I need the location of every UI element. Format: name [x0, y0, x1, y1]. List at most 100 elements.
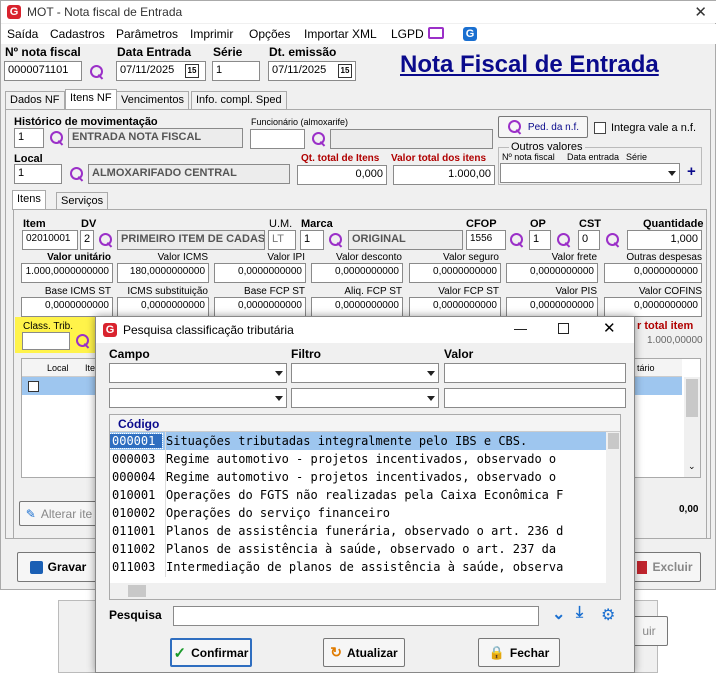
menu-saida[interactable]: Saída: [7, 27, 38, 41]
valor-cofins-input[interactable]: 0,0000000000: [604, 297, 702, 317]
valor-icms-input[interactable]: 180,0000000000: [117, 263, 209, 283]
expand-down-icon[interactable]: ⌄: [552, 604, 565, 624]
hist-code-input[interactable]: 1: [14, 128, 44, 148]
grid-scrollbar-thumb[interactable]: [686, 379, 698, 417]
horizontal-scrollbar[interactable]: [110, 583, 620, 599]
filtro-combo-1[interactable]: [291, 363, 439, 383]
menu-imprimir[interactable]: Imprimir: [190, 27, 233, 41]
item-input[interactable]: 02010001: [22, 230, 78, 250]
close-icon[interactable]: ✕: [603, 319, 616, 337]
table-row[interactable]: 000001 Situações tributadas integralmente…: [110, 432, 606, 450]
cst-input[interactable]: 0: [578, 230, 600, 250]
monitor-icon[interactable]: [428, 27, 444, 39]
atualizar-button[interactable]: ↻ Atualizar: [323, 638, 405, 667]
menu-importar-xml[interactable]: Importar XML: [304, 27, 377, 41]
outros-combo[interactable]: [500, 163, 680, 183]
vertical-scroll-thumb[interactable]: [608, 433, 619, 449]
valor-input-2[interactable]: [444, 388, 626, 408]
menu-opcoes[interactable]: Opções: [249, 27, 290, 41]
table-row[interactable]: 011001 Planos de assistência funerária, o…: [110, 522, 606, 540]
search-func-icon[interactable]: [311, 131, 327, 147]
cfop-input[interactable]: 1556: [466, 230, 506, 250]
campo-combo-2[interactable]: [109, 388, 287, 408]
fechar-button[interactable]: 🔒 Fechar: [478, 638, 560, 667]
menu-cadastros[interactable]: Cadastros: [50, 27, 105, 41]
row-checkbox[interactable]: [28, 381, 39, 392]
menu-lgpd[interactable]: LGPD: [391, 27, 424, 41]
pesquisa-input[interactable]: [173, 606, 539, 626]
hist-desc: ENTRADA NOTA FISCAL: [68, 128, 243, 148]
tab-vencimentos[interactable]: Vencimentos: [116, 91, 189, 109]
maximize-icon[interactable]: [558, 323, 569, 334]
valor-ipi-input[interactable]: 0,0000000000: [214, 263, 306, 283]
confirmar-button[interactable]: ✓ Confirmar: [170, 638, 252, 667]
total-item-label: r total item: [637, 320, 694, 332]
close-icon[interactable]: ✕: [694, 3, 707, 21]
valor-pis-input[interactable]: 0,0000000000: [506, 297, 598, 317]
search-icon: [507, 119, 523, 135]
valor-frete-input[interactable]: 0,0000000000: [506, 263, 598, 283]
outras-despesas-input[interactable]: 0,0000000000: [604, 263, 702, 283]
marca-code-input[interactable]: 1: [300, 230, 324, 250]
tab-itens-nf[interactable]: Itens NF: [65, 89, 117, 109]
table-row[interactable]: 010002 Operações do serviço financeiro: [110, 504, 606, 522]
icms-subst-input[interactable]: 0,0000000000: [117, 297, 209, 317]
excluir-button[interactable]: Excluir: [629, 552, 701, 582]
qtd-input[interactable]: 1,000: [627, 230, 702, 250]
search-hist-icon[interactable]: [49, 130, 65, 146]
local-desc: ALMOXARIFADO CENTRAL: [88, 164, 290, 184]
search-local-icon[interactable]: [69, 166, 85, 182]
base-icms-st-input[interactable]: 0,0000000000: [21, 297, 113, 317]
ped-nf-button[interactable]: Ped. da n.f.: [498, 116, 588, 138]
table-row[interactable]: 000003 Regime automotivo - projetos incen…: [110, 450, 606, 468]
horizontal-scroll-thumb[interactable]: [128, 585, 146, 597]
minimize-icon[interactable]: —: [514, 321, 527, 336]
valor-label: Valor: [444, 347, 474, 361]
aliq-fcp-st-input[interactable]: 0,0000000000: [311, 297, 403, 317]
base-fcp-st-input[interactable]: 0,0000000000: [214, 297, 306, 317]
search-op-icon[interactable]: [556, 232, 572, 248]
dv-label: DV: [81, 218, 97, 230]
integra-checkbox[interactable]: [594, 122, 606, 134]
filtro-combo-2[interactable]: [291, 388, 439, 408]
table-row[interactable]: 011002 Planos de assistência à saúde, obs…: [110, 540, 606, 558]
func-input[interactable]: [250, 129, 305, 149]
search-cst-icon[interactable]: [605, 232, 621, 248]
vertical-scrollbar[interactable]: [606, 432, 620, 584]
table-row[interactable]: 011003 Intermediação de planos de assistê…: [110, 558, 606, 576]
menu-parametros[interactable]: Parâmetros: [116, 27, 178, 41]
tab-info-sped[interactable]: Info. compl. Sped: [191, 91, 287, 109]
tab-dados-nf[interactable]: Dados NF: [5, 91, 65, 109]
search-cfop-icon[interactable]: [509, 232, 525, 248]
download-icon[interactable]: ⤓: [576, 604, 583, 622]
g-logo-icon[interactable]: G: [463, 27, 477, 41]
subtab-servicos[interactable]: Serviços: [56, 192, 109, 210]
search-marca-icon[interactable]: [328, 232, 344, 248]
subtab-itens[interactable]: Itens: [12, 190, 46, 210]
valor-fcp-st-input[interactable]: 0,0000000000: [409, 297, 501, 317]
valor-seguro-input[interactable]: 0,0000000000: [409, 263, 501, 283]
gravar-button[interactable]: Gravar: [17, 552, 99, 582]
local-code-input[interactable]: 1: [14, 164, 62, 184]
add-icon[interactable]: +: [687, 163, 696, 180]
dv-input[interactable]: 2: [80, 230, 94, 250]
serie-input[interactable]: 1: [212, 61, 260, 81]
table-row[interactable]: 000004 Regime automotivo - projetos incen…: [110, 468, 606, 486]
class-trib-input[interactable]: [22, 332, 70, 350]
valor-input-1[interactable]: [444, 363, 626, 383]
valor-unitario-input[interactable]: 1.000,0000000000: [21, 263, 113, 283]
gear-icon[interactable]: ⚙: [601, 605, 615, 625]
op-input[interactable]: 1: [529, 230, 551, 250]
search-nf-icon[interactable]: [89, 64, 105, 80]
sair-button[interactable]: uir: [630, 616, 668, 646]
search-class-trib-icon[interactable]: [75, 333, 91, 349]
table-row[interactable]: 010001 Operações do FGTS não realizadas p…: [110, 486, 606, 504]
nf-number-input[interactable]: 0000071101: [4, 61, 82, 81]
search-item-icon[interactable]: [98, 232, 114, 248]
chevron-down-icon[interactable]: ⌄: [688, 461, 696, 472]
calendar-icon[interactable]: 15: [338, 64, 352, 78]
campo-combo-1[interactable]: [109, 363, 287, 383]
valor-desconto-input[interactable]: 0,0000000000: [311, 263, 403, 283]
alterar-item-button[interactable]: ✎ Alterar ite: [19, 501, 99, 526]
calendar-icon[interactable]: 15: [185, 64, 199, 78]
